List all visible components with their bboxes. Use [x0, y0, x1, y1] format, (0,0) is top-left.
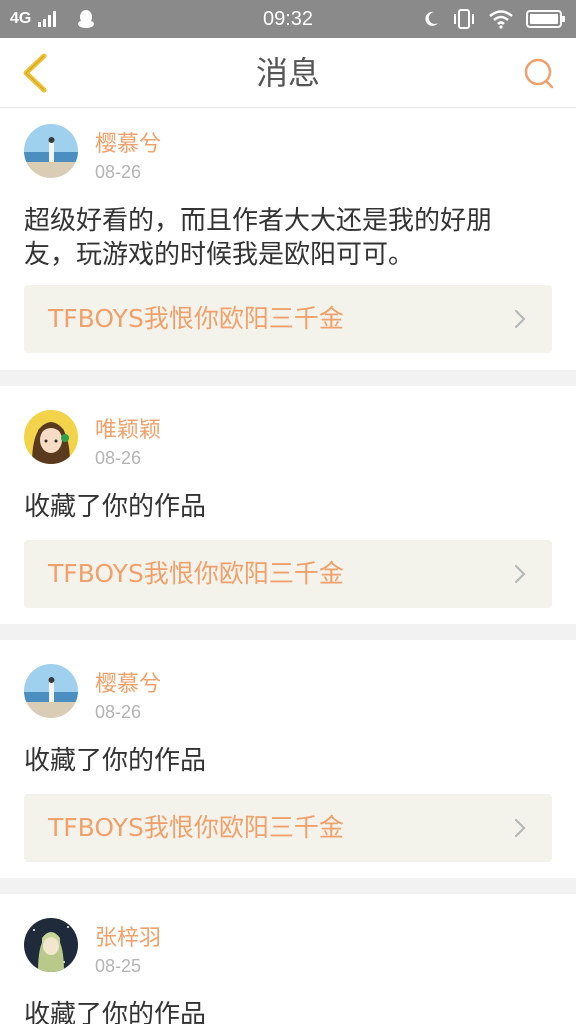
message-text-line: 友，玩游戏的时候我是欧阳可可。	[24, 240, 415, 270]
message-text-line: 超级好看的，而且作者大大还是我的好朋	[24, 206, 493, 236]
separator	[0, 624, 576, 640]
work-link[interactable]: TFBOYS我恨你欧阳三千金	[24, 540, 552, 608]
message-list: 樱慕兮 08-26 超级好看的，而且作者大大还是我的好朋 友，玩游戏的时候我是欧…	[0, 108, 576, 1024]
message-date: 08-25	[95, 956, 142, 976]
beach-avatar[interactable]	[24, 124, 78, 178]
work-title: TFBOYS我恨你欧阳三千金	[48, 559, 344, 588]
anime-girl-avatar[interactable]	[24, 410, 78, 464]
search-button[interactable]	[516, 50, 562, 96]
message-date: 08-26	[95, 448, 142, 468]
work-link[interactable]: TFBOYS我恨你欧阳三千金	[24, 285, 552, 353]
message-text: 收藏了你的作品	[24, 998, 552, 1024]
battery-icon	[526, 10, 565, 28]
username[interactable]: 樱慕兮	[95, 126, 161, 158]
work-title: TFBOYS我恨你欧阳三千金	[48, 813, 344, 842]
search-icon	[524, 58, 554, 89]
work-title: TFBOYS我恨你欧阳三千金	[48, 304, 344, 333]
message-text-line: 收藏了你的作品	[24, 1000, 207, 1024]
chevron-right-icon	[514, 818, 526, 838]
username[interactable]: 樱慕兮	[95, 666, 161, 698]
separator	[0, 878, 576, 894]
nav-bar: 消息	[0, 38, 576, 108]
message-item: 张梓羽 08-25 收藏了你的作品	[0, 894, 576, 1024]
beach-avatar[interactable]	[24, 664, 78, 718]
username[interactable]: 张梓羽	[95, 920, 161, 952]
chevron-right-icon	[514, 564, 526, 584]
work-link[interactable]: TFBOYS我恨你欧阳三千金	[24, 794, 552, 862]
message-text: 收藏了你的作品	[24, 490, 552, 524]
message-item: 樱慕兮 08-26 超级好看的，而且作者大大还是我的好朋 友，玩游戏的时候我是欧…	[0, 108, 576, 370]
moon-icon	[425, 11, 438, 26]
message-date: 08-26	[95, 702, 142, 722]
vibrate-icon	[454, 9, 474, 29]
chevron-right-icon	[514, 309, 526, 329]
separator	[0, 370, 576, 386]
message-text-line: 收藏了你的作品	[24, 746, 207, 776]
message-item: 樱慕兮 08-26 收藏了你的作品 TFBOYS我恨你欧阳三千金	[0, 640, 576, 878]
status-bar: 4G 09:32	[0, 0, 576, 38]
message-item: 唯颖颖 08-26 收藏了你的作品 TFBOYS我恨你欧阳三千金	[0, 386, 576, 624]
dark-anime-avatar[interactable]	[24, 918, 78, 972]
message-text: 收藏了你的作品	[24, 744, 552, 778]
message-text-line: 收藏了你的作品	[24, 492, 207, 522]
username[interactable]: 唯颖颖	[95, 412, 161, 444]
message-date: 08-26	[95, 162, 142, 182]
wifi-icon	[489, 10, 513, 29]
page-title: 消息	[255, 54, 320, 92]
status-right	[422, 0, 566, 38]
message-text: 超级好看的，而且作者大大还是我的好朋 友，玩游戏的时候我是欧阳可可。	[24, 204, 552, 272]
